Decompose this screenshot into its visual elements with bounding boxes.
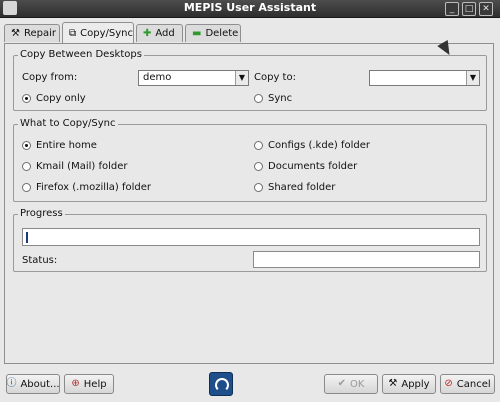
- hammer-icon: ⚒: [11, 27, 20, 39]
- maximize-button[interactable]: □: [462, 2, 476, 16]
- progress-indicator: [26, 232, 28, 243]
- configs-label: Configs (.kde) folder: [268, 140, 370, 151]
- window-title: MEPIS User Assistant: [183, 1, 317, 14]
- progress-title: Progress: [18, 208, 65, 219]
- check-icon: ✔: [337, 378, 346, 389]
- radio-dot: [254, 183, 263, 192]
- about-button[interactable]: ⓘ About...: [6, 374, 60, 394]
- configs-radio[interactable]: Configs (.kde) folder: [254, 140, 370, 151]
- kmail-label: Kmail (Mail) folder: [36, 161, 128, 172]
- copy-between-group: Copy Between Desktops Copy from: demo ▼ …: [13, 49, 487, 111]
- copy-from-select[interactable]: demo ▼: [138, 70, 249, 86]
- minimize-button[interactable]: _: [445, 2, 459, 16]
- copy-from-value: demo: [143, 72, 172, 83]
- cancel-button[interactable]: ⊘ Cancel: [440, 374, 495, 394]
- radio-dot: [254, 162, 263, 171]
- tab-delete-label: Delete: [205, 28, 239, 39]
- help-button[interactable]: ⊕ Help: [64, 374, 114, 394]
- copy-sync-panel: Copy Between Desktops Copy from: demo ▼ …: [4, 43, 494, 364]
- progress-group: Progress Status:: [13, 208, 487, 272]
- ok-button[interactable]: ✔ OK: [324, 374, 378, 394]
- tab-repair-label: Repair: [23, 28, 56, 39]
- apply-button[interactable]: ⚒ Apply: [382, 374, 436, 394]
- tab-delete[interactable]: ▬ Delete: [185, 24, 241, 42]
- hammer-icon: ⚒: [388, 378, 398, 389]
- tab-copy-sync[interactable]: ⧉ Copy/Sync: [62, 22, 134, 44]
- chevron-down-icon: ▼: [235, 71, 248, 85]
- radio-dot: [254, 94, 263, 103]
- documents-radio[interactable]: Documents folder: [254, 161, 357, 172]
- close-button[interactable]: ✕: [479, 2, 493, 16]
- tab-copy-sync-label: Copy/Sync: [80, 28, 133, 39]
- copy-between-title: Copy Between Desktops: [18, 49, 144, 60]
- chevron-down-icon: ▼: [466, 71, 479, 85]
- tab-add[interactable]: ✚ Add: [136, 24, 183, 42]
- apply-label: Apply: [401, 378, 430, 390]
- radio-dot: [22, 183, 31, 192]
- mepis-logo-icon: [209, 372, 233, 396]
- tab-repair[interactable]: ⚒ Repair: [4, 24, 60, 42]
- about-label: About...: [20, 378, 60, 390]
- ok-label: OK: [349, 378, 365, 390]
- what-to-copy-group: What to Copy/Sync Entire home Configs (.…: [13, 118, 487, 202]
- shared-radio[interactable]: Shared folder: [254, 182, 335, 193]
- info-icon: ⓘ: [6, 378, 17, 389]
- tab-add-label: Add: [155, 28, 175, 39]
- status-label: Status:: [22, 255, 58, 266]
- copy-only-radio[interactable]: Copy only: [22, 93, 86, 104]
- help-label: Help: [83, 378, 107, 390]
- copy-only-label: Copy only: [36, 93, 86, 104]
- shared-label: Shared folder: [268, 182, 336, 193]
- kmail-radio[interactable]: Kmail (Mail) folder: [22, 161, 127, 172]
- copy-to-label: Copy to:: [254, 72, 296, 83]
- radio-dot: [22, 94, 31, 103]
- what-to-copy-title: What to Copy/Sync: [18, 118, 118, 129]
- firefox-label: Firefox (.mozilla) folder: [36, 182, 152, 193]
- copy-icon: ⧉: [69, 27, 77, 39]
- radio-dot: [22, 162, 31, 171]
- cancel-label: Cancel: [456, 378, 491, 390]
- title-bar: MEPIS User Assistant _ □ ✕: [0, 0, 500, 18]
- tab-bar: ⚒ Repair ⧉ Copy/Sync ✚ Add ▬ Delete: [4, 22, 484, 44]
- progress-bar: [22, 228, 480, 246]
- copy-to-select[interactable]: ▼: [369, 70, 480, 86]
- entire-home-label: Entire home: [36, 140, 97, 151]
- minus-icon: ▬: [192, 27, 202, 39]
- copy-from-label: Copy from:: [22, 72, 78, 83]
- sync-radio[interactable]: Sync: [254, 93, 292, 104]
- plus-icon: ✚: [143, 27, 152, 39]
- status-field: [253, 251, 480, 268]
- radio-dot: [254, 141, 263, 150]
- sync-label: Sync: [268, 93, 293, 104]
- lifebuoy-icon: ⊕: [71, 378, 80, 389]
- radio-dot: [22, 141, 31, 150]
- cancel-icon: ⊘: [444, 378, 453, 389]
- firefox-radio[interactable]: Firefox (.mozilla) folder: [22, 182, 151, 193]
- documents-label: Documents folder: [268, 161, 358, 172]
- entire-home-radio[interactable]: Entire home: [22, 140, 97, 151]
